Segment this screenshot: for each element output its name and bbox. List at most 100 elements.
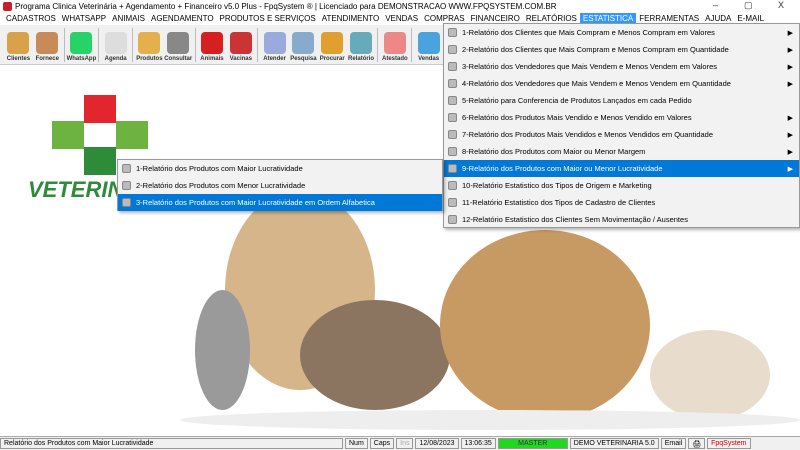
- toolbar-label: Relatório: [348, 56, 375, 62]
- menu-whatsapp[interactable]: WHATSAPP: [59, 13, 109, 25]
- toolbar-atestado-button[interactable]: Atestado: [380, 25, 409, 65]
- report-icon: [122, 181, 131, 190]
- menu-item-label: 3-Relatório dos Vendedores que Mais Vend…: [462, 62, 718, 71]
- submenu-arrow-icon: ▶: [787, 63, 793, 71]
- submenu-arrow-icon: ▶: [787, 114, 793, 122]
- toolbar-separator: [63, 28, 65, 62]
- menu-item[interactable]: 9-Relatório dos Produtos com Maior ou Me…: [444, 160, 799, 177]
- toolbar-fornece-button[interactable]: Fornece: [33, 25, 62, 65]
- procurar-icon: [321, 32, 344, 54]
- atender-icon: [263, 32, 286, 54]
- toolbar-produtos-button[interactable]: Produtos: [135, 25, 164, 65]
- ins-indicator: Ins: [396, 438, 414, 449]
- toolbar-vacinas-button[interactable]: Vacinas: [226, 25, 255, 65]
- submenu-arrow-icon: ▶: [787, 165, 793, 173]
- toolbar-separator: [257, 28, 259, 62]
- menu-item-label: 1-Relatório dos Clientes que Mais Compra…: [462, 28, 715, 37]
- menu-item-label: 2-Relatório dos Clientes que Mais Compra…: [462, 45, 729, 54]
- menu-item[interactable]: 5-Relatório para Conferencia de Produtos…: [444, 92, 799, 109]
- minimize-button[interactable]: –: [713, 0, 718, 10]
- menu-item[interactable]: 6-Relatório dos Produtos Mais Vendido e …: [444, 109, 799, 126]
- whatsapp-icon: [70, 32, 93, 54]
- toolbar-atender-button[interactable]: Atender: [260, 25, 289, 65]
- toolbar-label: Animais: [200, 56, 224, 62]
- toolbar-label: Agenda: [104, 56, 127, 62]
- animais-icon: [200, 32, 223, 54]
- submenu-arrow-icon: ▶: [787, 148, 793, 156]
- toolbar-whatsapp-button[interactable]: WhatsApp: [66, 25, 97, 65]
- printer-icon[interactable]: 🖨: [688, 438, 706, 449]
- toolbar-label: Atestado: [381, 56, 408, 62]
- menu-agendamento[interactable]: AGENDAMENTO: [148, 13, 217, 25]
- clientes-icon: [7, 32, 30, 54]
- toolbar-pesquisa-button[interactable]: Pesquisa: [289, 25, 318, 65]
- report-icon: [122, 164, 131, 173]
- num-indicator: Num: [345, 438, 368, 449]
- email-button[interactable]: Email: [660, 438, 687, 449]
- menu-item-label: 9-Relatório dos Produtos com Maior ou Me…: [462, 164, 663, 173]
- report-icon: [448, 96, 457, 105]
- maximize-button[interactable]: ▢: [744, 0, 753, 11]
- menu-item-label: 8-Relatório dos Produtos com Maior ou Me…: [462, 147, 646, 156]
- agenda-icon: [104, 32, 127, 54]
- toolbar-consultar-button[interactable]: Consultar: [164, 25, 193, 65]
- menu-item[interactable]: 12-Relatório Estatistico dos Clientes Se…: [444, 211, 799, 228]
- toolbar-procurar-button[interactable]: Procurar: [318, 25, 347, 65]
- toolbar-relatrio-button[interactable]: Relatório: [347, 25, 376, 65]
- user-indicator: MASTER: [497, 438, 568, 449]
- toolbar-vendas-button[interactable]: Vendas: [414, 25, 443, 65]
- menu-item[interactable]: 3-Relatório dos Vendedores que Mais Vend…: [444, 58, 799, 75]
- company-indicator: DEMO VETERINARIA 5.0: [569, 438, 659, 449]
- toolbar-label: Procurar: [319, 56, 345, 62]
- brand-indicator: FpqSystem: [707, 438, 751, 449]
- toolbar-separator: [132, 28, 133, 62]
- menu-produtos-e-servi-os[interactable]: PRODUTOS E SERVIÇOS: [217, 13, 319, 25]
- toolbar-label: Fornece: [35, 56, 59, 62]
- status-date: 12/08/2023: [415, 438, 459, 449]
- report-icon: [448, 28, 457, 37]
- toolbar-animais-button[interactable]: Animais: [198, 25, 227, 65]
- menu-item[interactable]: 3-Relatório dos Produtos com Maior Lucra…: [118, 194, 442, 211]
- menu-item[interactable]: 8-Relatório dos Produtos com Maior ou Me…: [444, 143, 799, 160]
- menu-item[interactable]: 10-Relatório Estatistico dos Tipos de Or…: [444, 177, 799, 194]
- report-icon: [448, 147, 457, 156]
- menu-item[interactable]: 2-Relatório dos Produtos com Menor Lucra…: [118, 177, 442, 194]
- submenu-arrow-icon: ▶: [787, 46, 793, 54]
- menu-item-label: 5-Relatório para Conferencia de Produtos…: [462, 96, 692, 105]
- title-bar: Programa Clinica Veterinária + Agendamen…: [0, 0, 800, 13]
- menu-item-label: 12-Relatório Estatistico dos Clientes Se…: [462, 215, 688, 224]
- toolbar-label: Produtos: [136, 56, 163, 62]
- toolbar-separator: [411, 28, 413, 62]
- menu-item[interactable]: 11-Relatório Estatistico dos Tipos de Ca…: [444, 194, 799, 211]
- toolbar-label: Vendas: [418, 56, 440, 62]
- menu-item[interactable]: 2-Relatório dos Clientes que Mais Compra…: [444, 41, 799, 58]
- menu-vendas[interactable]: VENDAS: [382, 13, 421, 25]
- menu-item[interactable]: 4-Relatório dos Vendedores que Mais Vend…: [444, 75, 799, 92]
- toolbar-separator: [377, 28, 379, 62]
- menu-cadastros[interactable]: CADASTROS: [3, 13, 59, 25]
- estatistica-dropdown: 1-Relatório dos Clientes que Mais Compra…: [443, 23, 800, 228]
- toolbar-label: WhatsApp: [66, 56, 97, 62]
- menu-item-label: 6-Relatório dos Produtos Mais Vendido e …: [462, 113, 692, 122]
- report-icon: [448, 62, 457, 71]
- menu-item[interactable]: 1-Relatório dos Clientes que Mais Compra…: [444, 24, 799, 41]
- consultar-icon: [167, 32, 190, 54]
- menu-item-label: 11-Relatório Estatistico dos Tipos de Ca…: [462, 198, 656, 207]
- menu-atendimento[interactable]: ATENDIMENTO: [319, 13, 382, 25]
- menu-item[interactable]: 7-Relatório dos Produtos Mais Vendidos e…: [444, 126, 799, 143]
- pesquisa-icon: [292, 32, 315, 54]
- report-icon: [448, 130, 457, 139]
- toolbar-label: Atender: [263, 56, 286, 62]
- menu-animais[interactable]: ANIMAIS: [109, 13, 148, 25]
- menu-item-label: 10-Relatório Estatistico dos Tipos de Or…: [462, 181, 652, 190]
- toolbar-clientes-button[interactable]: Clientes: [4, 25, 33, 65]
- atestado-icon: [383, 32, 406, 54]
- menu-item[interactable]: 1-Relatório dos Produtos com Maior Lucra…: [118, 160, 442, 177]
- report-icon: [448, 79, 457, 88]
- lucratividade-submenu: 1-Relatório dos Produtos com Maior Lucra…: [117, 159, 443, 211]
- toolbar-agenda-button[interactable]: Agenda: [101, 25, 130, 65]
- report-icon: [448, 45, 457, 54]
- close-button[interactable]: X: [778, 0, 784, 10]
- menu-item-label: 4-Relatório dos Vendedores que Mais Vend…: [462, 79, 731, 88]
- vacinas-icon: [229, 32, 252, 54]
